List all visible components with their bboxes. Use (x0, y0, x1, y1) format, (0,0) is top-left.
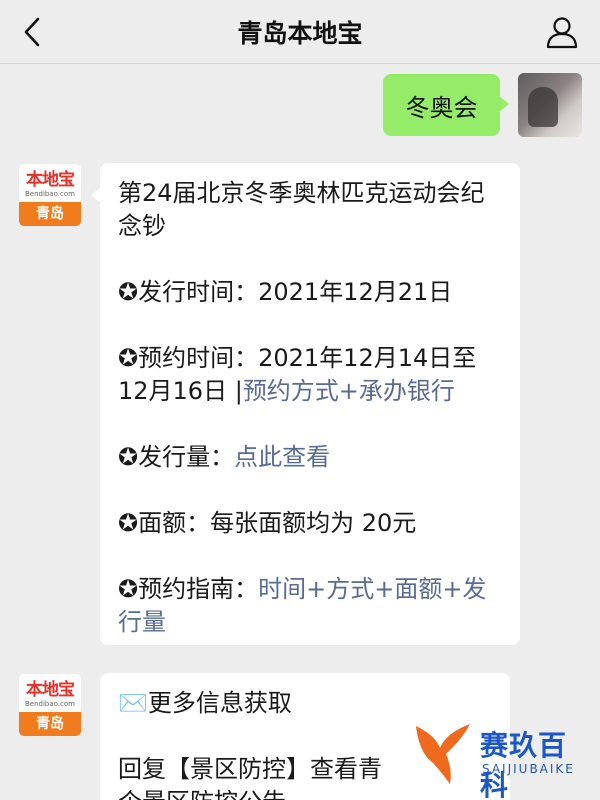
logo-text-2: 本地宝 (26, 680, 75, 700)
sender-avatar[interactable]: 本地宝 Bendibao.com 青岛 (18, 163, 82, 227)
logo-subtext-2: Bendibao.com (24, 700, 75, 708)
denomination-label: ✪面额： (118, 509, 211, 537)
logo-text: 本地宝 (26, 170, 75, 190)
booking-separator: | (234, 377, 243, 405)
volume-link[interactable]: 点此查看 (234, 443, 330, 471)
logo-city: 青岛 (19, 202, 81, 226)
my-message-bubble[interactable]: 冬奥会 (383, 74, 509, 136)
avatar-figure (528, 87, 558, 127)
watermark-subtext: SAIJIUBAIKE (482, 762, 575, 776)
release-time-value: 2021年12月21日 (258, 278, 453, 306)
my-message-text: 冬奥会 (405, 94, 478, 122)
logo-subtext: Bendibao.com (24, 190, 75, 198)
my-avatar[interactable] (518, 73, 582, 137)
sender-avatar-2[interactable]: 本地宝 Bendibao.com 青岛 (18, 673, 82, 737)
reply-bubble-1: 第24届北京冬季奥林匹克运动会纪念钞 ✪发行时间：2021年12月21日 ✪预约… (91, 163, 520, 645)
booking-method-link[interactable]: 预约方式+承办银行 (243, 377, 455, 405)
booking-time-label: ✪预约时间： (118, 344, 259, 372)
release-time-label: ✪发行时间： (118, 278, 259, 306)
release-time-line: ✪发行时间：2021年12月21日 (118, 276, 504, 309)
person-icon (546, 17, 578, 49)
watermark: 赛玖百科 SAIJIUBAIKE (410, 716, 590, 800)
volume-label: ✪发行量： (118, 443, 235, 471)
whale-tail-icon (416, 724, 470, 784)
denomination-value: 每张面额均为 20元 (210, 509, 417, 537)
denomination-line: ✪面额：每张面额均为 20元 (118, 507, 504, 540)
reply-title: 第24届北京冬季奥林匹克运动会纪念钞 (118, 179, 485, 240)
logo-city-2: 青岛 (19, 712, 81, 736)
booking-time-line: ✪预约时间：2021年12月14日至12月16日 |预约方式+承办银行 (118, 342, 504, 408)
guide-line: ✪预约指南：时间+方式+面额+发行量 (118, 573, 504, 639)
top-bar: 青岛本地宝 (0, 0, 600, 64)
chat-title: 青岛本地宝 (237, 19, 363, 48)
guide-label: ✪预约指南： (118, 575, 259, 603)
profile-button[interactable] (542, 12, 582, 52)
volume-line: ✪发行量：点此查看 (118, 441, 504, 474)
